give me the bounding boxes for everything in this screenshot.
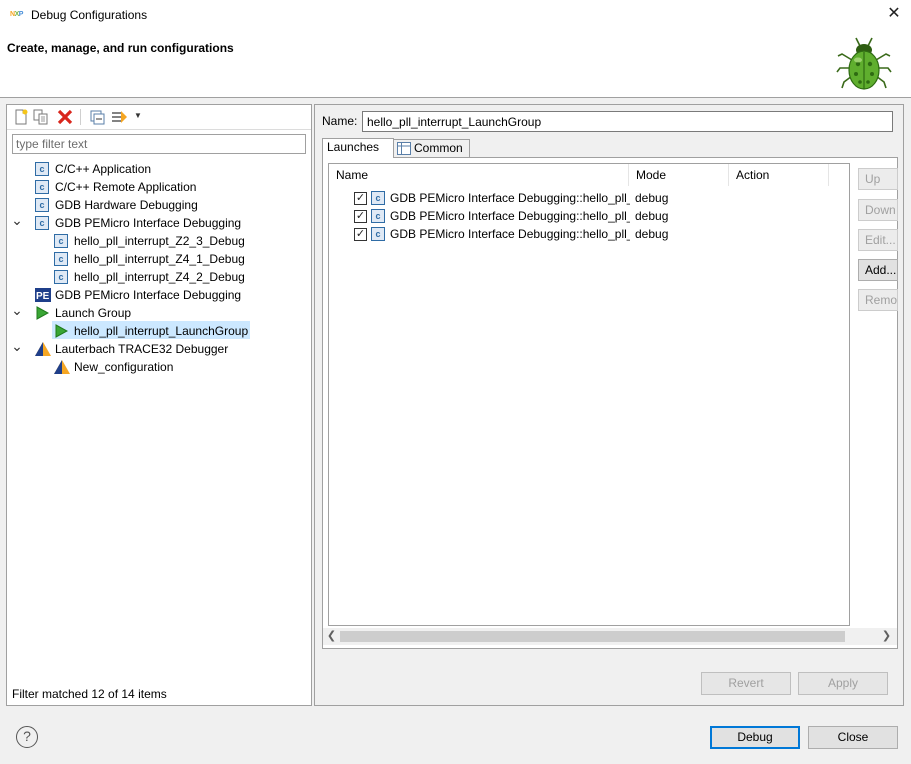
column-header-mode[interactable]: Mode	[629, 164, 729, 186]
dropdown-arrow-icon[interactable]: ▼	[134, 111, 144, 121]
tree-item-label: GDB Hardware Debugging	[55, 198, 198, 212]
scroll-right-icon[interactable]: ❯	[878, 628, 895, 645]
nxp-logo-icon: NXP	[10, 11, 23, 18]
apply-button[interactable]: Apply	[798, 672, 888, 695]
chevron-down-icon[interactable]: ⌄	[11, 213, 23, 227]
side-button[interactable]: Down	[858, 199, 898, 221]
name-label: Name:	[322, 114, 358, 128]
title-bar: NXP Debug Configurations ✕	[0, 0, 911, 31]
tab-launches-label: Launches	[327, 140, 380, 154]
name-field[interactable]	[362, 111, 893, 132]
tree-item-label: GDB PEMicro Interface Debugging	[55, 216, 242, 230]
c-app-icon: c	[371, 191, 385, 205]
trace32-icon	[54, 360, 70, 374]
trace32-icon	[35, 342, 51, 356]
scroll-left-icon[interactable]: ❮	[323, 628, 340, 645]
configuration-tree-panel: ▼ c C/C++ Application c C/C++ Remote Applic…	[6, 104, 312, 706]
close-button[interactable]: Close	[808, 726, 898, 749]
launch-enabled-checkbox[interactable]: ✓	[354, 228, 367, 241]
row-mode: debug	[635, 227, 669, 241]
table-row[interactable]: ✓ c GDB PEMicro Interface Debugging::hello…	[329, 207, 849, 225]
c-app-icon: c	[35, 216, 49, 230]
collapse-all-icon[interactable]	[88, 108, 106, 126]
c-app-icon: c	[371, 227, 385, 241]
svg-text:PE: PE	[36, 291, 50, 302]
left-toolbar: ▼	[7, 105, 311, 130]
c-app-icon: c	[54, 234, 68, 248]
tree-item-label: hello_pll_interrupt_Z2_3_Debug	[74, 234, 245, 248]
column-header-action[interactable]: Action	[729, 164, 829, 186]
side-button[interactable]: Edit...	[858, 229, 898, 251]
c-app-icon: c	[54, 270, 68, 284]
tree-item-label: C/C++ Remote Application	[55, 180, 197, 194]
c-app-icon: c	[371, 209, 385, 223]
tree-item-label: hello_pll_interrupt_Z4_1_Debug	[74, 252, 245, 266]
window-close-icon[interactable]: ✕	[884, 4, 904, 24]
column-header-name[interactable]: Name	[329, 164, 629, 186]
row-name: GDB PEMicro Interface Debugging::hello_p…	[390, 227, 630, 241]
table-row[interactable]: ✓ c GDB PEMicro Interface Debugging::hello…	[329, 189, 849, 207]
side-button[interactable]: Remove	[858, 289, 898, 311]
side-button[interactable]: Add...	[858, 259, 898, 281]
row-mode: debug	[635, 209, 669, 223]
window-title: Debug Configurations	[31, 8, 148, 22]
debug-button[interactable]: Debug	[710, 726, 800, 749]
row-name: GDB PEMicro Interface Debugging::hello_p…	[390, 191, 630, 205]
row-name: GDB PEMicro Interface Debugging::hello_p…	[390, 209, 630, 223]
tree-item-label: New_configuration	[74, 360, 174, 374]
tab-common[interactable]: Common	[392, 139, 470, 158]
tree-item-label: Launch Group	[55, 306, 132, 320]
revert-button[interactable]: Revert	[701, 672, 791, 695]
banner-title: Create, manage, and run configurations	[7, 41, 234, 55]
pemicro-icon: PE	[35, 288, 51, 302]
chevron-down-icon[interactable]: ⌄	[11, 339, 23, 353]
tree-item-label: GDB PEMicro Interface Debugging	[55, 288, 242, 302]
common-tab-icon	[397, 142, 411, 155]
launch-group-icon	[35, 306, 50, 320]
new-configuration-icon[interactable]	[12, 108, 30, 126]
tree-item-label: hello_pll_interrupt_Z4_2_Debug	[74, 270, 245, 284]
launch-group-icon	[54, 324, 69, 338]
filter-icon[interactable]	[111, 108, 129, 126]
tab-common-label: Common	[414, 141, 463, 155]
scrollbar-thumb[interactable]	[340, 631, 845, 642]
c-app-icon: c	[35, 162, 49, 176]
duplicate-icon[interactable]	[32, 108, 50, 126]
filter-status: Filter matched 12 of 14 items	[12, 687, 167, 701]
delete-icon[interactable]	[56, 108, 74, 126]
horizontal-scrollbar[interactable]: ❮ ❯	[323, 628, 897, 645]
tab-launches[interactable]: Launches	[322, 138, 394, 158]
row-mode: debug	[635, 191, 669, 205]
c-app-icon: c	[35, 198, 49, 212]
table-row[interactable]: ✓ c GDB PEMicro Interface Debugging::hello…	[329, 225, 849, 243]
filter-input[interactable]	[12, 134, 306, 154]
launches-table: Name Mode Action ✓ c GDB PEMicro Interface…	[328, 163, 850, 626]
toolbar-divider	[80, 109, 81, 125]
launches-tab-content: Name Mode Action ✓ c GDB PEMicro Interface…	[322, 157, 898, 649]
header-banner: Create, manage, and run configurations	[0, 31, 911, 98]
help-icon[interactable]: ?	[16, 726, 38, 748]
launch-enabled-checkbox[interactable]: ✓	[354, 192, 367, 205]
configuration-editor-panel: Name: Launches Common Name Mode Action ✓…	[314, 104, 904, 706]
tree-item-label: C/C++ Application	[55, 162, 152, 176]
c-app-icon: c	[54, 252, 68, 266]
tree-item-label: Lauterbach TRACE32 Debugger	[55, 342, 229, 356]
launch-enabled-checkbox[interactable]: ✓	[354, 210, 367, 223]
tree-item-label: hello_pll_interrupt_LaunchGroup	[74, 324, 249, 338]
chevron-down-icon[interactable]: ⌄	[11, 303, 23, 317]
side-button[interactable]: Up	[858, 168, 898, 190]
c-app-icon: c	[35, 180, 49, 194]
bug-icon	[836, 37, 892, 90]
